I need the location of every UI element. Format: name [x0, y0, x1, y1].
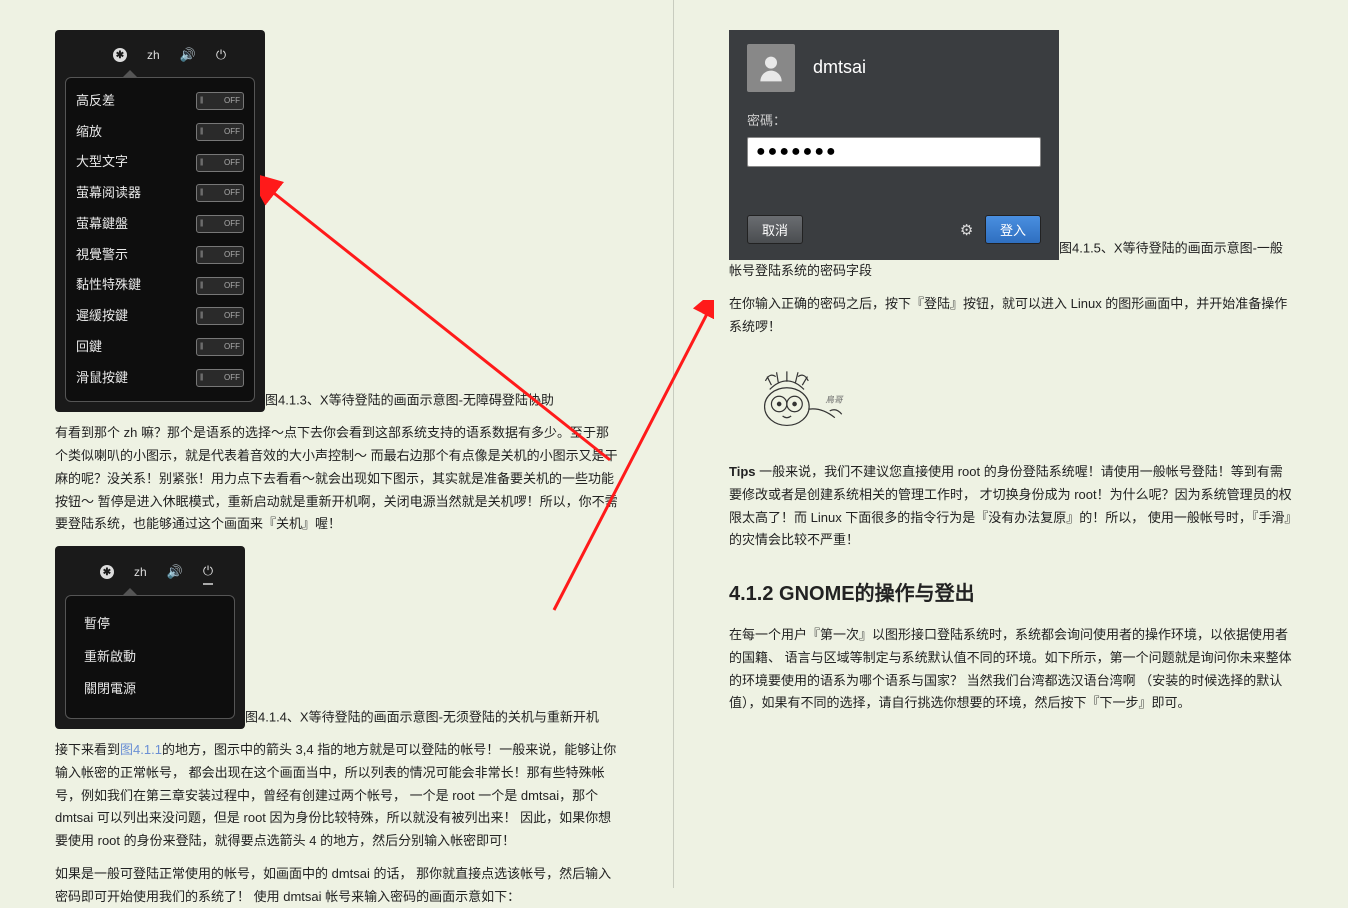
toggle-switch[interactable]: OFF [196, 369, 244, 387]
toggle-row: 高反差OFF [76, 86, 244, 117]
lang-indicator: zh [147, 45, 160, 66]
speaker-icon: 🔊 [167, 561, 183, 584]
login-username: dmtsai [813, 52, 866, 84]
toggle-row: 視覺警示OFF [76, 240, 244, 271]
toggle-switch[interactable]: OFF [196, 92, 244, 110]
accessibility-icon: ✱ [113, 48, 127, 62]
vbird-cartoon-icon: 鳥哥 [744, 358, 864, 438]
toggle-row: 萤幕鍵盤OFF [76, 209, 244, 240]
accessibility-popup: 高反差OFF 缩放OFF 大型文字OFF 萤幕阅读器OFF 萤幕鍵盤OFF 視覺… [65, 77, 255, 403]
menu-item-poweroff[interactable]: 關閉電源 [76, 673, 224, 706]
toggle-row: 缩放OFF [76, 117, 244, 148]
right-column: dmtsai 密碼： 取消 ⚙ 登入 图4.1.5、X等待登陆的画面示意图-一般… [674, 0, 1348, 888]
toggle-switch[interactable]: OFF [196, 338, 244, 356]
tips-paragraph: Tips 一般来说，我们不建议您直接使用 root 的身份登陆系统喔！请使用一般… [729, 461, 1293, 552]
login-panel: dmtsai 密碼： 取消 ⚙ 登入 [729, 30, 1059, 260]
power-popup: .popup-box.p2::before{left:148px;} 暫停 重新… [65, 595, 235, 719]
toggle-switch[interactable]: OFF [196, 184, 244, 202]
password-input[interactable] [747, 137, 1041, 167]
fig-414-topbar: ✱ zh 🔊 ⏻ [65, 556, 235, 593]
link-fig-411[interactable]: 图4.1.1 [120, 742, 162, 757]
toggle-row: 大型文字OFF [76, 147, 244, 178]
lang-indicator: zh [134, 562, 147, 583]
toggle-row: 滑鼠按鍵OFF [76, 363, 244, 394]
gear-icon[interactable]: ⚙ [960, 222, 973, 239]
toggle-switch[interactable]: OFF [196, 246, 244, 264]
avatar-icon [747, 44, 795, 92]
toggle-switch[interactable]: OFF [196, 215, 244, 233]
fig-413-caption: 图4.1.3、X等待登陆的画面示意图-无障碍登陆协助 [265, 393, 554, 408]
fig-413-panel: ✱ zh 🔊 ⏻ 高反差OFF 缩放OFF 大型文字OFF 萤幕阅读器OFF 萤… [55, 30, 265, 412]
toggle-row: 黏性特殊鍵OFF [76, 270, 244, 301]
menu-item-suspend[interactable]: 暫停 [76, 608, 224, 641]
paragraph: 有看到那个 zh 嘛？那个是语系的选择～点下去你会看到这部系统支持的语系数据有多… [55, 422, 619, 536]
fig-414-panel: ✱ zh 🔊 ⏻ .popup-box.p2::before{left:148p… [55, 546, 245, 729]
paragraph: 在你输入正确的密码之后，按下『登陆』按钮，就可以进入 Linux 的图形画面中，… [729, 293, 1293, 339]
toggle-switch[interactable]: OFF [196, 277, 244, 295]
toggle-switch[interactable]: OFF [196, 307, 244, 325]
cancel-button[interactable]: 取消 [747, 215, 803, 244]
accessibility-icon: ✱ [100, 565, 114, 579]
section-heading: 4.1.2 GNOME的操作与登出 [729, 577, 1293, 612]
fig-413-topbar: ✱ zh 🔊 ⏻ [65, 40, 255, 75]
toggle-row: 回鍵OFF [76, 332, 244, 363]
paragraph: 接下来看到图4.1.1的地方，图示中的箭头 3,4 指的地方就是可以登陆的帐号！… [55, 739, 619, 853]
menu-item-restart[interactable]: 重新啟動 [76, 641, 224, 674]
tips-label: Tips [729, 464, 756, 479]
speaker-icon: 🔊 [180, 44, 196, 67]
signin-button[interactable]: 登入 [985, 215, 1041, 244]
power-icon: ⏻ [203, 560, 213, 585]
left-column: ✱ zh 🔊 ⏻ 高反差OFF 缩放OFF 大型文字OFF 萤幕阅读器OFF 萤… [0, 0, 674, 888]
toggle-switch[interactable]: OFF [196, 123, 244, 141]
power-icon: ⏻ [216, 44, 226, 67]
svg-text:鳥哥: 鳥哥 [825, 395, 844, 405]
paragraph: 如果是一般可登陆正常使用的帐号，如画面中的 dmtsai 的话， 那你就直接点选… [55, 863, 619, 908]
paragraph: 在每一个用户『第一次』以图形接口登陆系统时，系统都会询问使用者的操作环境，以依据… [729, 624, 1293, 715]
toggle-row: 遲緩按鍵OFF [76, 301, 244, 332]
fig-414-caption: 图4.1.4、X等待登陆的画面示意图-无须登陆的关机与重新开机 [245, 709, 599, 724]
toggle-switch[interactable]: OFF [196, 154, 244, 172]
toggle-row: 萤幕阅读器OFF [76, 178, 244, 209]
password-label: 密碼： [747, 110, 1041, 133]
